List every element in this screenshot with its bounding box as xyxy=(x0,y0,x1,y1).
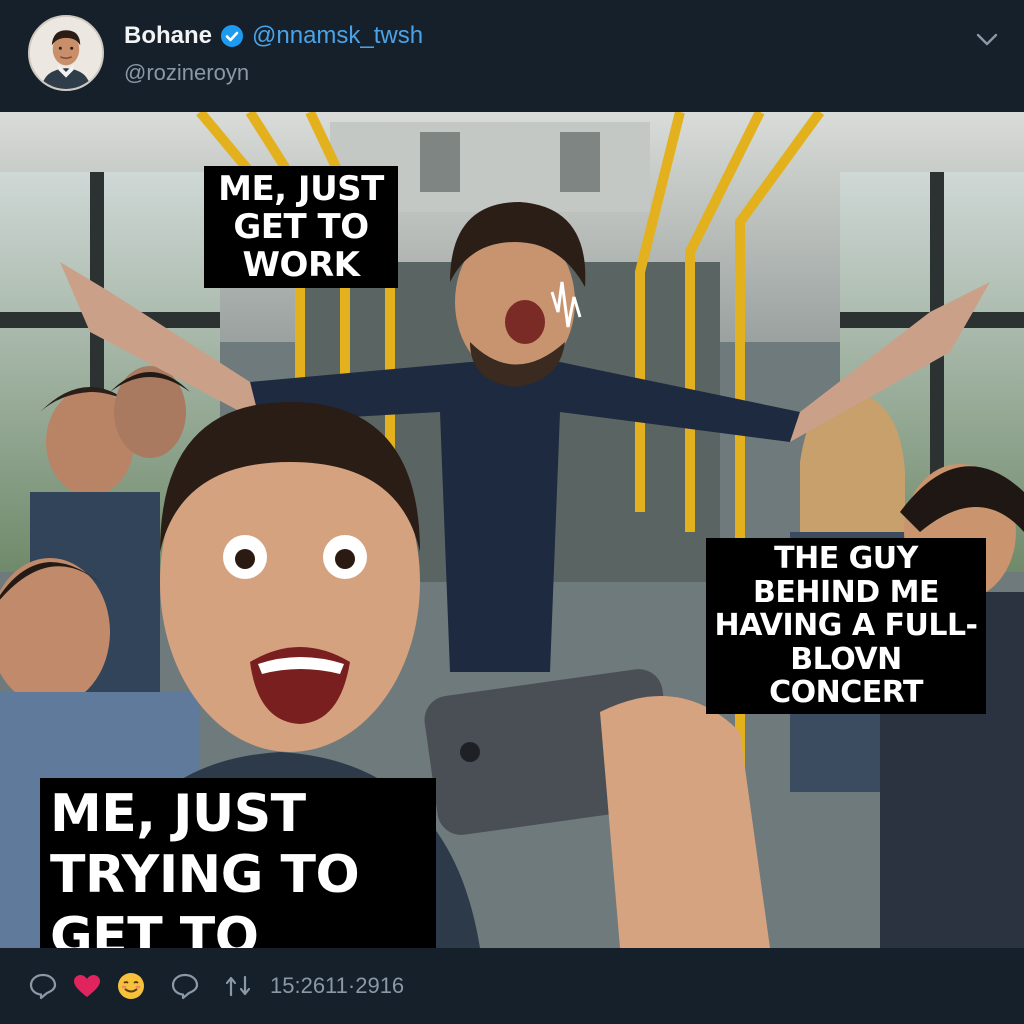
display-name[interactable]: Bohane xyxy=(124,22,212,50)
caption-bottom: ME, JUST TRYING TO GET TO WORK xyxy=(40,778,436,948)
verified-badge-icon xyxy=(220,24,244,48)
retweet-icon[interactable] xyxy=(224,971,254,1001)
avatar[interactable] xyxy=(28,15,104,91)
caption-top-line2: GET TO WORK xyxy=(233,207,369,286)
post-image[interactable]: ME, JUST GET TO WORK THE GUY BEHIND ME H… xyxy=(0,112,1024,948)
engagement-count: 15:2611·2916 xyxy=(270,973,405,998)
comment-icon[interactable] xyxy=(170,971,200,1001)
caption-top: ME, JUST GET TO WORK xyxy=(204,166,398,289)
caption-right: THE GUY BEHIND ME HAVING A FULL-BLOVN CO… xyxy=(706,538,986,714)
subhandle: @rozineroyn xyxy=(124,60,250,85)
handle[interactable]: @nnamsk_twsh xyxy=(252,22,423,50)
heart-icon[interactable] xyxy=(72,971,102,1001)
reply-icon[interactable] xyxy=(28,971,58,1001)
emoji-icon[interactable] xyxy=(116,971,146,1001)
post-header: Bohane @nnamsk_twsh @rozineroyn xyxy=(0,0,1024,112)
caption-top-line1: ME, JUST xyxy=(218,169,384,209)
action-bar: 15:2611·2916 xyxy=(0,948,1024,1024)
chevron-down-icon[interactable] xyxy=(972,24,1002,54)
name-row: Bohane @nnamsk_twsh xyxy=(124,22,423,50)
